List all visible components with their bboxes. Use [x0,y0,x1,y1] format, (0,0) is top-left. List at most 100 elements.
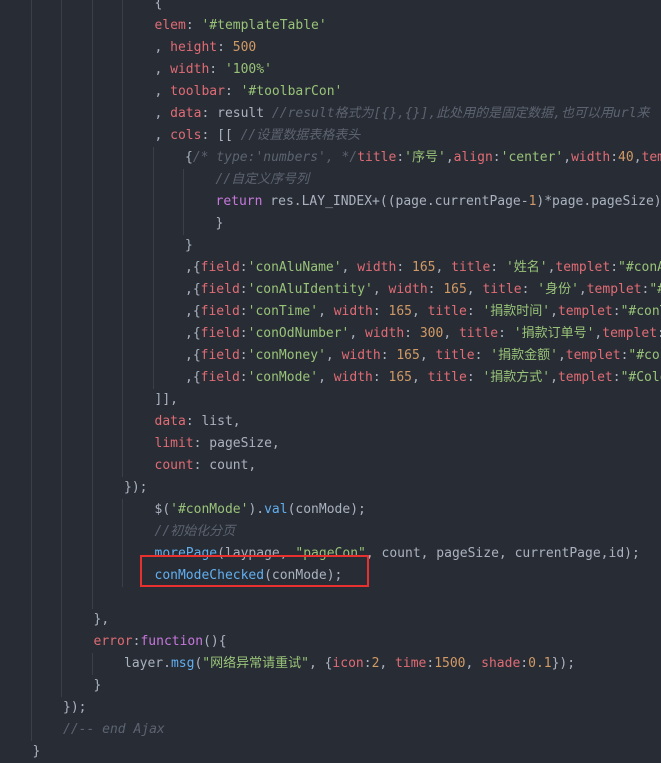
indent-guide [153,301,154,323]
code-line-content: ,{field:'conMoney', width: 165, title: '… [185,345,661,367]
code-line: return res.LAY_INDEX+((page.currentPage-… [0,191,661,213]
code-line: error:function(){ [0,631,661,653]
indent-guide [92,213,93,235]
code-token: : [381,348,397,363]
indent-guide [31,455,32,477]
code-token: (conMode); [264,568,342,583]
indent-guide [122,455,123,477]
indent-guide [61,169,62,191]
code-token: list, [201,414,240,429]
code-token: '#toolbarCon' [241,84,343,99]
indent-guide [122,499,123,521]
code-token: width [365,326,404,341]
code-token: }); [124,480,147,495]
indent-guide [61,279,62,301]
code-token: , [634,150,642,165]
code-token: : [240,348,248,363]
indent-guide [31,675,32,697]
code-line-content: error:function(){ [94,631,227,653]
indent-guide [92,477,93,499]
code-token: , [155,84,171,99]
indent-guide [122,0,123,15]
indent-guide [31,191,32,213]
code-token: } [33,744,41,759]
code-token: $( [155,502,171,517]
code-line: { [0,0,661,15]
code-token: elem [155,18,186,33]
code-token: "pageCon" [295,546,365,561]
code-token: , { [309,656,332,671]
code-token: count, [209,458,256,473]
indent-guide [61,301,62,323]
indent-guide [153,169,154,191]
code-token: : [610,260,618,275]
code-token: : [610,150,618,165]
indent-guide [122,323,123,345]
code-token: title [451,260,490,275]
code-token: msg [171,656,194,671]
code-token: , [155,40,171,55]
code-token: : [217,40,233,55]
indent-guide [61,631,62,653]
code-line-content: }); [124,477,147,499]
code-token: , [467,282,483,297]
indent-guide [61,675,62,697]
code-token: toolbar [170,84,225,99]
indent-guide [31,411,32,433]
code-token: //result格式为[{},{}],此处用的是固定数据,也可以用url来 [272,106,650,121]
code-token: shade [481,656,520,671]
indent-guide [31,213,32,235]
code-token: '捐款订单号' [514,326,595,341]
code-token: cols [170,128,201,143]
indent-guide [31,367,32,389]
indent-guide [92,147,93,169]
code-line-content: } [185,235,193,257]
code-token: 165 [389,370,412,385]
indent-guide [31,719,32,741]
code-editor[interactable]: { elem: '#templateTable' , height: 500, wi… [0,0,661,763]
indent-guide [92,103,93,125]
code-token: : [225,84,241,99]
indent-guide [92,345,93,367]
code-line: //-- end Ajax [0,719,661,741]
code-token: limit [155,436,194,451]
code-token: res.LAY_INDEX+((page.currentPage- [270,194,528,209]
indent-guide [92,455,93,477]
code-token: : [240,282,248,297]
indent-guide [153,257,154,279]
indent-guide [31,345,32,367]
code-token: : [373,370,389,385]
code-token: conModeChecked [155,568,265,583]
code-token: , [379,656,395,671]
indent-guide [31,587,32,609]
code-line: morePage(laypage, "pageCon", count, page… [0,543,661,565]
indent-guide [61,59,62,81]
code-token: : [240,260,248,275]
code-line: limit: pageSize, [0,433,661,455]
code-token: : [396,150,404,165]
indent-guide [61,323,62,345]
code-line: , cols: [[ //设置数据表格表头 [0,125,661,147]
code-token: 1500 [434,656,465,671]
code-token: , [443,326,459,341]
indent-guide [122,103,123,125]
indent-guide [183,213,184,235]
code-token: align [454,150,493,165]
code-token: width [342,348,381,363]
indent-guide [153,323,154,345]
code-token: : [240,370,248,385]
indent-guide [153,367,154,389]
code-token: "#con [628,348,661,363]
code-token: 165 [412,260,435,275]
code-line-content: { [155,0,163,15]
code-token: return [216,194,271,209]
code-token: : [428,282,444,297]
code-line-content: , height: 500 [155,37,257,59]
code-token: icon [332,656,363,671]
indent-guide [92,15,93,37]
code-line: }); [0,697,661,719]
code-token: : [396,260,412,275]
code-token: , [563,150,571,165]
code-token: 'conTime' [248,304,318,319]
code-token: '#templateTable' [201,18,326,33]
